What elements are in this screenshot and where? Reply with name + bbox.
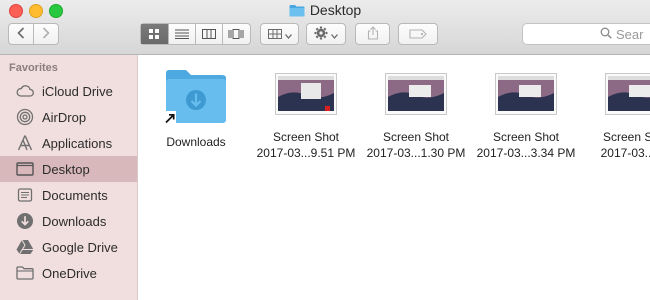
tag-icon bbox=[409, 27, 427, 42]
screenshot-thumbnail bbox=[385, 73, 447, 115]
file-grid: Downloads Screen Shot 2017-03...9.51 PM bbox=[138, 55, 650, 300]
arrange-button[interactable] bbox=[260, 23, 299, 45]
share-icon bbox=[367, 25, 379, 43]
file-item-screenshot-1[interactable]: Screen Shot 2017-03...9.51 PM bbox=[250, 73, 362, 161]
sidebar: Favorites iCloud Drive AirDrop Applicati… bbox=[0, 55, 138, 300]
file-name: Screen Shot bbox=[382, 130, 450, 144]
view-mode-control bbox=[140, 23, 251, 45]
sidebar-item-label: Applications bbox=[42, 135, 113, 151]
sidebar-item-label: OneDrive bbox=[42, 265, 97, 281]
sidebar-item-label: Downloads bbox=[42, 213, 107, 229]
title-bar: Desktop Sear bbox=[0, 0, 650, 55]
sidebar-heading-favorites: Favorites bbox=[9, 62, 58, 74]
file-date: 2017-03...3.34 PM bbox=[476, 146, 576, 160]
file-date: 2017-03...1.30 PM bbox=[366, 146, 466, 160]
sidebar-item-label: Desktop bbox=[42, 161, 90, 177]
chevron-down-icon bbox=[284, 27, 292, 42]
sidebar-item-documents[interactable]: Documents bbox=[0, 182, 137, 208]
file-item-downloads[interactable]: Downloads bbox=[140, 67, 252, 150]
chevron-left-icon bbox=[17, 26, 25, 42]
sidebar-item-desktop[interactable]: Desktop bbox=[0, 156, 137, 182]
google-drive-icon bbox=[16, 238, 34, 256]
window-title-area: Desktop bbox=[0, 2, 650, 20]
file-date: 2017-03...9.51 PM bbox=[256, 146, 356, 160]
sidebar-item-onedrive[interactable]: OneDrive bbox=[0, 260, 137, 286]
share-button[interactable] bbox=[355, 23, 390, 45]
sidebar-item-label: Documents bbox=[42, 187, 108, 203]
download-icon bbox=[16, 212, 34, 230]
sidebar-item-icloud-drive[interactable]: iCloud Drive bbox=[0, 78, 137, 104]
search-field[interactable]: Sear bbox=[522, 23, 650, 45]
file-name: Screen Shot bbox=[602, 130, 650, 144]
file-item-screenshot-3[interactable]: Screen Shot 2017-03...3.34 PM bbox=[470, 73, 582, 161]
search-icon bbox=[600, 27, 612, 42]
cloud-icon bbox=[16, 82, 34, 100]
applications-icon bbox=[16, 134, 34, 152]
window-title: Desktop bbox=[309, 2, 362, 18]
columns-icon bbox=[201, 27, 216, 42]
screenshot-thumbnail bbox=[605, 73, 650, 115]
list-icon bbox=[174, 27, 189, 42]
gear-icon bbox=[314, 26, 328, 43]
file-name: Screen Shot bbox=[272, 130, 340, 144]
sidebar-item-label: AirDrop bbox=[42, 109, 87, 125]
file-date: 2017-03...6.5 bbox=[600, 146, 650, 160]
sidebar-item-google-drive[interactable]: Google Drive bbox=[0, 234, 137, 260]
file-name: Downloads bbox=[166, 135, 226, 149]
desktop-folder-icon bbox=[289, 4, 305, 17]
forward-button[interactable] bbox=[34, 24, 58, 44]
finder-window: Desktop Sear Favorites iCloud Drive AirD… bbox=[0, 0, 650, 300]
file-item-screenshot-4[interactable]: Screen Shot 2017-03...6.5 bbox=[580, 73, 650, 161]
chevron-right-icon bbox=[42, 26, 50, 42]
search-placeholder: Sear bbox=[616, 26, 644, 42]
downloads-folder-icon bbox=[164, 67, 228, 127]
list-view-button[interactable] bbox=[169, 24, 196, 44]
desktop-icon bbox=[16, 160, 34, 178]
tags-button[interactable] bbox=[398, 23, 438, 45]
action-button[interactable] bbox=[306, 23, 346, 45]
sidebar-item-downloads[interactable]: Downloads bbox=[0, 208, 137, 234]
screenshot-thumbnail bbox=[275, 73, 337, 115]
sidebar-item-label: iCloud Drive bbox=[42, 83, 113, 99]
arrange-grid-icon bbox=[267, 27, 282, 42]
back-button[interactable] bbox=[9, 24, 34, 44]
icon-grid-icon bbox=[149, 27, 160, 42]
sidebar-item-applications[interactable]: Applications bbox=[0, 130, 137, 156]
nav-buttons bbox=[8, 23, 59, 45]
file-name: Screen Shot bbox=[492, 130, 560, 144]
screenshot-thumbnail bbox=[495, 73, 557, 115]
chevron-down-icon bbox=[331, 27, 338, 42]
file-item-screenshot-2[interactable]: Screen Shot 2017-03...1.30 PM bbox=[360, 73, 472, 161]
column-view-button[interactable] bbox=[196, 24, 223, 44]
folder-icon bbox=[16, 264, 34, 282]
cover-flow-icon bbox=[228, 27, 244, 42]
sidebar-item-airdrop[interactable]: AirDrop bbox=[0, 104, 137, 130]
cover-flow-button[interactable] bbox=[223, 24, 250, 44]
icon-view-button[interactable] bbox=[141, 24, 169, 44]
document-icon bbox=[16, 186, 34, 204]
airdrop-icon bbox=[16, 108, 34, 126]
sidebar-item-label: Google Drive bbox=[42, 239, 118, 255]
